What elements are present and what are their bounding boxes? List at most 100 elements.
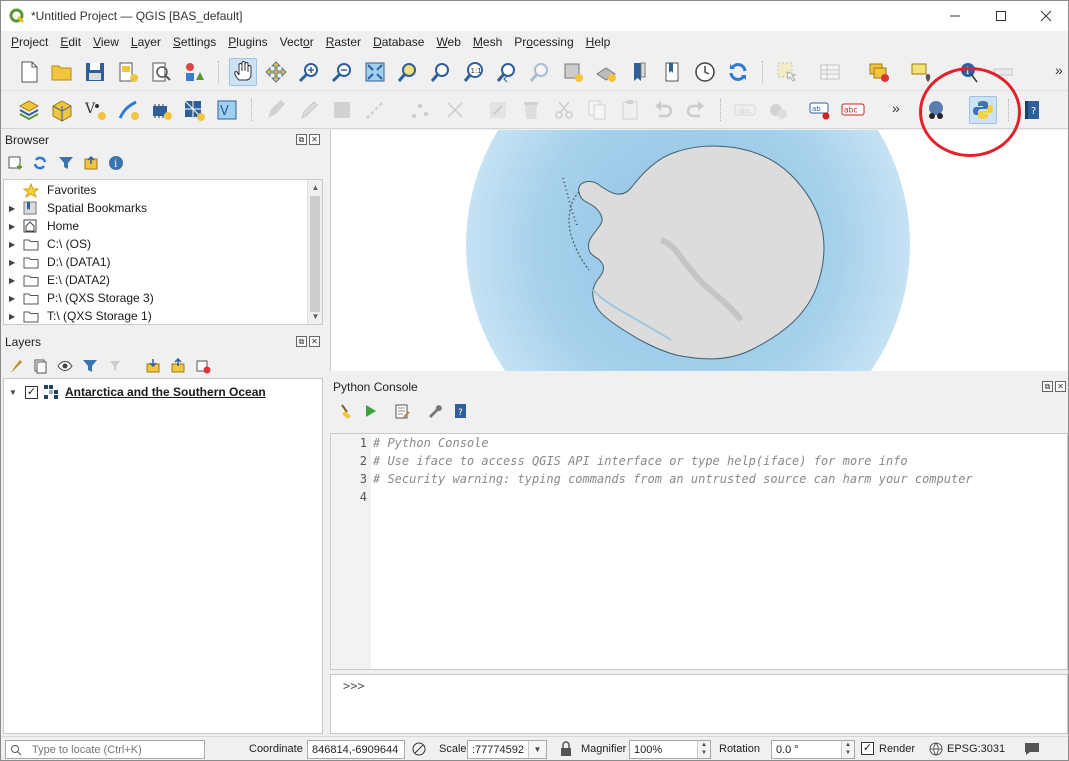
browser-item[interactable]: ▶ D:\ (DATA1) <box>4 253 308 271</box>
refresh-browser-button[interactable] <box>30 153 50 173</box>
delete-selected-button[interactable] <box>517 96 545 124</box>
menu-edit[interactable]: Edit <box>54 35 87 49</box>
expand-arrow-icon[interactable]: ▶ <box>9 312 19 321</box>
clear-console-button[interactable] <box>336 401 356 421</box>
browser-item[interactable]: ▶ E:\ (DATA2) <box>4 271 308 289</box>
filter-expression-button[interactable] <box>106 356 126 376</box>
magnifier-spinner[interactable]: ▲ ▼ <box>697 741 710 758</box>
menu-view[interactable]: View <box>87 35 125 49</box>
expand-arrow-icon[interactable]: ▶ <box>9 276 19 285</box>
map-canvas[interactable] <box>330 130 1068 371</box>
float-panel-button[interactable]: ⧉ <box>1042 381 1053 392</box>
expand-arrow-icon[interactable]: ▶ <box>9 294 19 303</box>
style-manager-button[interactable] <box>180 58 208 86</box>
new-geopackage-button[interactable] <box>48 96 76 124</box>
diagram-options-button[interactable] <box>764 96 792 124</box>
browser-item[interactable]: ▶ C:\ (OS) <box>4 235 308 253</box>
new-temporary-layer-button[interactable] <box>114 96 142 124</box>
toolbar-overflow-icon[interactable]: » <box>1055 62 1063 78</box>
label-toolbar-button[interactable]: abc <box>731 96 759 124</box>
menu-plugins[interactable]: Plugins <box>222 35 273 49</box>
zoom-in-button[interactable] <box>295 58 323 86</box>
rotation-spinner[interactable]: ▲ ▼ <box>841 741 854 758</box>
run-command-button[interactable] <box>360 401 380 421</box>
console-input[interactable]: >>> <box>330 674 1068 734</box>
select-features-button[interactable] <box>773 58 801 86</box>
layer-visibility-checkbox[interactable]: ✓ <box>25 385 38 399</box>
crs-globe-icon[interactable] <box>929 742 943 759</box>
expand-all-button[interactable] <box>143 356 163 376</box>
current-edits-button[interactable] <box>262 96 290 124</box>
close-panel-button[interactable]: ✕ <box>309 134 320 145</box>
menu-settings[interactable]: Settings <box>167 35 222 49</box>
float-panel-button[interactable]: ⧉ <box>296 134 307 145</box>
change-label-button[interactable]: abc <box>839 96 867 124</box>
browser-item[interactable]: ▶ Home <box>4 217 308 235</box>
collapse-all-button[interactable] <box>81 153 101 173</box>
show-bookmarks-button[interactable] <box>658 58 686 86</box>
coordinate-field[interactable]: 846814,-6909644 <box>307 740 405 759</box>
digitize-line-button[interactable] <box>361 96 389 124</box>
attribute-table-button[interactable] <box>816 58 844 86</box>
new-shapefile-button[interactable]: V <box>81 96 109 124</box>
open-project-button[interactable] <box>48 58 76 86</box>
edit-attribute-table-button[interactable] <box>484 96 512 124</box>
close-panel-button[interactable]: ✕ <box>1055 381 1066 392</box>
toggle-extents-icon[interactable] <box>411 741 427 760</box>
menu-web[interactable]: Web <box>430 35 466 49</box>
help-contents-button[interactable]: ? <box>1018 96 1046 124</box>
temporal-controller-button[interactable] <box>691 58 719 86</box>
crs-label[interactable]: EPSG:3031 <box>947 743 1005 755</box>
new-mesh-layer-button[interactable] <box>180 96 208 124</box>
new-project-button[interactable] <box>15 58 43 86</box>
new-virtual-layer-button[interactable] <box>147 96 175 124</box>
console-output[interactable]: 1 # Python Console 2 # Use iface to access … <box>330 433 1068 670</box>
cut-features-button[interactable] <box>550 96 578 124</box>
scale-dropdown-icon[interactable]: ▼ <box>528 741 546 758</box>
messages-icon[interactable] <box>1023 741 1041 760</box>
layer-name[interactable]: Antarctica and the Southern Ocean <box>65 385 266 399</box>
scale-field[interactable]: :77774592 ▼ <box>467 740 547 759</box>
style-layer-button[interactable] <box>5 356 25 376</box>
zoom-last-button[interactable] <box>493 58 521 86</box>
browser-item[interactable]: ▶ P:\ (QXS Storage 3) <box>4 289 308 307</box>
zoom-out-button[interactable] <box>328 58 356 86</box>
lock-scale-icon[interactable] <box>559 741 573 760</box>
layout-manager-button[interactable] <box>147 58 175 86</box>
highlight-pinned-labels-button[interactable]: ab <box>806 96 834 124</box>
redo-button[interactable] <box>682 96 710 124</box>
render-checkbox[interactable]: ✓ <box>861 742 874 755</box>
remove-layer-button[interactable] <box>193 356 213 376</box>
zoom-to-layer-button[interactable] <box>427 58 455 86</box>
collapse-arrow-icon[interactable]: ▼ <box>9 388 19 397</box>
new-print-layout-button[interactable] <box>114 58 142 86</box>
filter-legend-button[interactable] <box>80 356 100 376</box>
menu-database[interactable]: Database <box>367 35 430 49</box>
float-panel-button[interactable]: ⧉ <box>296 336 307 347</box>
menu-processing[interactable]: Processing <box>508 35 579 49</box>
add-selected-layers-button[interactable] <box>5 153 25 173</box>
copy-features-button[interactable] <box>583 96 611 124</box>
expand-arrow-icon[interactable]: ▶ <box>9 204 19 213</box>
rotation-field[interactable]: 0.0 ° ▲ ▼ <box>771 740 855 759</box>
data-source-manager-button[interactable] <box>15 96 43 124</box>
browser-item[interactable]: ▶ Spatial Bookmarks <box>4 199 308 217</box>
maximize-button[interactable] <box>978 1 1024 31</box>
close-panel-button[interactable]: ✕ <box>309 336 320 347</box>
new-3d-map-view-button[interactable] <box>592 58 620 86</box>
properties-button[interactable]: i <box>106 153 126 173</box>
console-options-button[interactable] <box>424 401 444 421</box>
menu-vector[interactable]: Vector <box>274 35 320 49</box>
menu-project[interactable]: Project <box>5 35 54 49</box>
browser-item[interactable]: Favorites <box>4 181 308 199</box>
browser-scrollbar[interactable]: ▲ ▼ <box>307 180 322 324</box>
undo-button[interactable] <box>649 96 677 124</box>
menu-help[interactable]: Help <box>580 35 617 49</box>
save-project-button[interactable] <box>81 58 109 86</box>
collapse-all-layers-button[interactable] <box>168 356 188 376</box>
show-editor-button[interactable] <box>392 401 412 421</box>
new-bookmark-button[interactable] <box>625 58 653 86</box>
zoom-next-button[interactable] <box>526 58 554 86</box>
close-button[interactable] <box>1023 1 1068 31</box>
add-group-button[interactable] <box>30 356 50 376</box>
